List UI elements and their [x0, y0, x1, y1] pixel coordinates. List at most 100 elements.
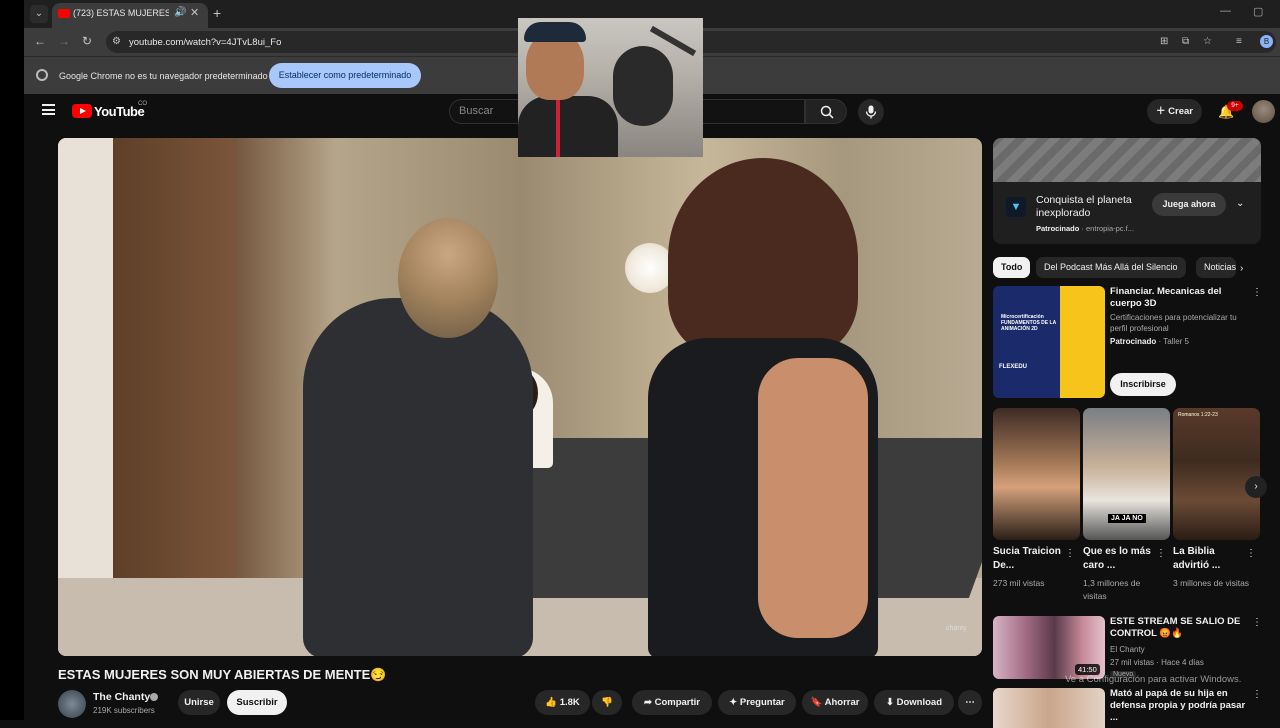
webcam-cap	[524, 22, 586, 42]
webcam-microphone	[613, 46, 673, 126]
create-button[interactable]: ＋ Crear	[1147, 99, 1202, 124]
new-tab-icon[interactable]: +	[213, 5, 221, 21]
sparkle-icon: ✦	[729, 697, 738, 708]
profile-avatar[interactable]: B	[1260, 35, 1273, 48]
short-views: 3 millones de visitas	[1173, 578, 1250, 588]
hamburger-menu-icon[interactable]	[42, 104, 55, 115]
site-info-icon[interactable]: ⚙	[112, 36, 121, 47]
share-label: Compartir	[654, 697, 700, 708]
chip-all[interactable]: Todo	[993, 257, 1031, 278]
forward-icon[interactable]: →	[58, 34, 70, 48]
speaker-icon[interactable]: 🔊	[174, 7, 186, 18]
video-title-link[interactable]: Mató al papá de su hija en defensa propi…	[1110, 688, 1250, 724]
enroll-button[interactable]: Inscribirse	[1110, 373, 1176, 396]
maximize-icon[interactable]: ▢	[1253, 5, 1263, 18]
ad2-thumb-text: Microcertificación FUNDAMENTOS DE LA ANI…	[1001, 314, 1056, 332]
play-now-button[interactable]: Juega ahora	[1152, 193, 1226, 216]
ad2-title[interactable]: Financiar. Mecanicas del cuerpo 3D	[1110, 286, 1255, 310]
bookmark-star-icon[interactable]: ☆	[1203, 36, 1212, 47]
save-button[interactable]: 🔖 Ahorrar	[802, 690, 868, 715]
chevron-right-icon[interactable]: ›	[1240, 263, 1243, 274]
tab-close-icon[interactable]: ✕	[190, 6, 199, 19]
channel-avatar[interactable]	[58, 690, 86, 718]
kebab-menu-icon[interactable]: ⋮	[1252, 689, 1262, 700]
tab-title: (723) ESTAS MUJERES SON	[73, 8, 169, 18]
thumbs-up-icon: 👍	[545, 697, 558, 708]
kebab-menu-icon[interactable]: ⋮	[1246, 548, 1256, 559]
reload-icon[interactable]: ↻	[82, 34, 92, 48]
ask-button[interactable]: ✦ Preguntar	[718, 690, 796, 715]
youtube-logo-text[interactable]: YouTube	[94, 104, 145, 119]
kebab-menu-icon[interactable]: ⋮	[1252, 617, 1262, 628]
video-player[interactable]: chanty	[58, 138, 982, 656]
short-title[interactable]: Que es lo más caro ...	[1083, 545, 1153, 573]
set-default-button[interactable]: Establecer como predeterminado	[269, 63, 421, 88]
ad-sponsored-line: Patrocinado · entropia-pc.f...	[1036, 224, 1134, 233]
microphone-icon	[865, 105, 877, 119]
voice-search-button[interactable]	[858, 99, 884, 125]
ad2-sponsored-line: Patrocinado · Taller 5	[1110, 337, 1189, 346]
minimize-icon[interactable]: —	[1220, 5, 1231, 17]
chrome-icon	[36, 69, 48, 81]
ad2-advertiser: Taller 5	[1163, 337, 1189, 346]
short-views: 1,3 millones de visitas	[1083, 578, 1141, 601]
webcam-shirt-stripe	[556, 98, 560, 157]
youtube-favicon-icon	[58, 9, 70, 18]
tab-search-chevron-icon[interactable]: ⌄	[30, 5, 48, 23]
like-button[interactable]: 👍 1.8K	[535, 690, 590, 715]
video-thumbnail[interactable]	[993, 688, 1105, 728]
subscribe-button[interactable]: Suscribir	[227, 690, 287, 715]
kebab-menu-icon[interactable]: ⋮	[1065, 548, 1075, 559]
sponsored-label: Patrocinado	[1036, 224, 1080, 233]
video-meta: 27 mil vistas · Hace 4 días	[1110, 658, 1204, 667]
chip-news[interactable]: Noticias	[1196, 257, 1236, 278]
video-frame-door	[113, 138, 233, 588]
kebab-menu-icon[interactable]: ⋮	[1156, 548, 1166, 559]
short-thumbnail[interactable]	[1173, 408, 1260, 540]
video-frame-head-blond	[398, 218, 498, 338]
search-icon	[820, 105, 834, 119]
ad2-description: Certificaciones para potencializar tu pe…	[1110, 313, 1237, 333]
ad-title[interactable]: Conquista el planeta inexplorado	[1036, 194, 1146, 220]
account-avatar[interactable]	[1252, 100, 1275, 123]
video-channel[interactable]: El Chanty	[1110, 645, 1145, 654]
shorts-next-chevron-icon[interactable]: ›	[1245, 476, 1267, 498]
create-label: Crear	[1168, 106, 1193, 117]
share-button[interactable]: ➦ Compartir	[632, 690, 712, 715]
search-button[interactable]	[805, 99, 847, 124]
download-icon: ⬇	[886, 697, 894, 708]
short-views: 273 mil vistas	[993, 578, 1045, 588]
join-button[interactable]: Unirse	[178, 690, 220, 715]
country-code: CO	[138, 101, 147, 107]
ask-label: Preguntar	[739, 697, 785, 708]
short-overlay-text: Romanos 1:22-23	[1178, 412, 1218, 418]
advertiser-logo-icon: ▼	[1006, 197, 1026, 217]
video-title-link[interactable]: ESTE STREAM SE SALIO DE CONTROL 😡🔥	[1110, 616, 1250, 640]
verified-icon	[150, 693, 158, 701]
more-actions-button[interactable]: ⋯	[958, 690, 982, 715]
ad-banner-image[interactable]	[993, 138, 1261, 182]
short-title[interactable]: La Biblia advirtió ...	[1173, 545, 1243, 573]
advertiser-name: entropia-pc.f...	[1086, 224, 1134, 233]
translate-icon[interactable]: ⊞	[1160, 36, 1168, 47]
reading-list-icon[interactable]: ≡	[1236, 36, 1242, 47]
channel-name[interactable]: The Chanty	[93, 691, 150, 703]
short-title[interactable]: Sucia Traicion De...	[993, 545, 1063, 573]
windows-activation-watermark: Ve a Configuración para activar Windows.	[1065, 674, 1242, 685]
subscriber-count: 219K subscribers	[93, 706, 155, 715]
video-watermark: chanty	[946, 625, 967, 632]
chevron-down-icon[interactable]: ⌄	[1236, 198, 1244, 209]
chip-podcast[interactable]: Del Podcast Más Allá del Silencio	[1036, 257, 1186, 278]
youtube-logo-icon[interactable]	[72, 104, 92, 118]
short-thumbnail[interactable]	[993, 408, 1080, 540]
dislike-button[interactable]: 👎	[592, 690, 622, 715]
kebab-menu-icon[interactable]: ⋮	[1252, 287, 1262, 298]
download-label: Download	[896, 697, 942, 708]
url-text: youtube.com/watch?v=4JTvL8ui_Fo	[129, 37, 282, 48]
install-icon[interactable]: ⧉	[1182, 36, 1189, 47]
back-icon[interactable]: ←	[34, 34, 46, 48]
download-button[interactable]: ⬇ Download	[874, 690, 954, 715]
video-title: ESTAS MUJERES SON MUY ABIERTAS DE MENTE😏	[58, 667, 387, 682]
video-frame-arm	[758, 358, 868, 638]
ad2-thumbnail[interactable]: Microcertificación FUNDAMENTOS DE LA ANI…	[993, 286, 1105, 398]
